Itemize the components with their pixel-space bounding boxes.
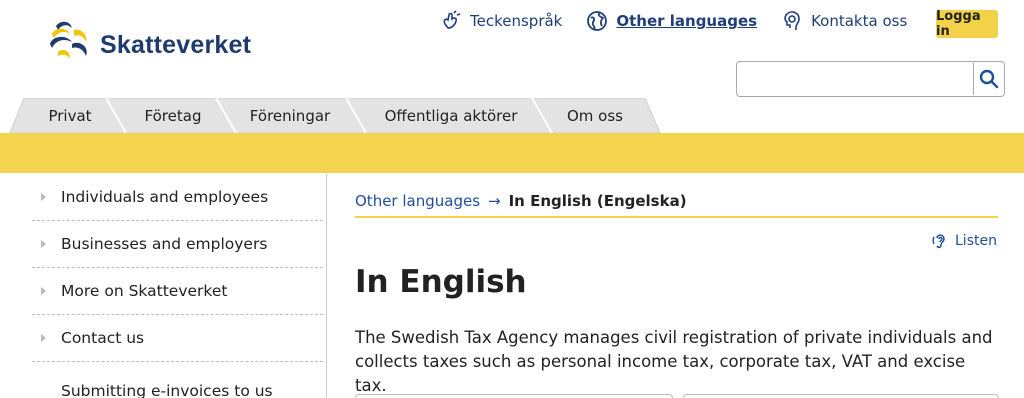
sidebar-item-label: More on Skatteverket xyxy=(61,282,228,300)
sidebar-item-individuals[interactable]: Individuals and employees xyxy=(32,174,323,221)
tab-privat[interactable]: Privat xyxy=(32,98,108,133)
tab-om-oss[interactable]: Om oss xyxy=(552,98,638,133)
sidebar: Individuals and employees Businesses and… xyxy=(32,174,323,398)
tab-foretag[interactable]: Företag xyxy=(128,98,218,133)
sign-language-link[interactable]: Teckenspråk xyxy=(440,10,562,32)
search-input[interactable] xyxy=(745,68,975,90)
breadcrumb-link-other-languages[interactable]: Other languages xyxy=(355,192,480,210)
tab-offentliga-aktorer[interactable]: Offentliga aktörer xyxy=(366,98,536,133)
sidebar-item-e-invoices[interactable]: Submitting e-invoices to us xyxy=(32,362,323,398)
arrow-right-icon xyxy=(41,287,46,295)
arrow-right-icon: → xyxy=(488,192,501,210)
sidebar-item-businesses[interactable]: Businesses and employers xyxy=(32,221,323,268)
tab-foreningar[interactable]: Föreningar xyxy=(230,98,350,133)
ear-icon xyxy=(932,234,945,249)
page-title: In English xyxy=(355,264,527,300)
brand-name: Skatteverket xyxy=(100,31,252,59)
arrow-right-icon xyxy=(41,193,46,201)
breadcrumb-current: In English (Engelska) xyxy=(508,192,687,210)
contact-icon xyxy=(784,11,800,30)
search-icon xyxy=(979,69,998,89)
sidebar-item-contact-us[interactable]: Contact us xyxy=(32,315,323,362)
skatteverket-logo[interactable]: Skatteverket xyxy=(46,18,251,62)
listen-label: Listen xyxy=(955,233,997,249)
arrow-right-icon xyxy=(41,334,46,342)
search-box xyxy=(736,61,1005,97)
contact-label: Kontakta oss xyxy=(811,12,908,30)
nav-yellow-band xyxy=(0,133,1024,173)
search-button[interactable] xyxy=(973,63,1003,95)
sidebar-item-more-on-skatteverket[interactable]: More on Skatteverket xyxy=(32,268,323,315)
sidebar-item-label: Submitting e-invoices to us xyxy=(61,381,273,398)
top-links: Teckenspråk Other languages Kontakta oss xyxy=(440,10,931,32)
sidebar-item-label: Businesses and employers xyxy=(61,235,268,253)
arrow-right-icon xyxy=(41,240,46,248)
lead-paragraph: The Swedish Tax Agency manages civil reg… xyxy=(355,328,993,395)
listen-button[interactable]: Listen xyxy=(931,232,997,250)
sidebar-divider xyxy=(326,174,327,398)
sign-language-icon xyxy=(443,10,461,29)
breadcrumb: Other languages → In English (Engelska) xyxy=(355,192,998,218)
contact-link[interactable]: Kontakta oss xyxy=(781,10,907,32)
sidebar-item-label: Individuals and employees xyxy=(61,188,269,206)
other-languages-link[interactable]: Other languages xyxy=(586,10,757,32)
crown-logo-icon xyxy=(50,21,87,58)
other-languages-label: Other languages xyxy=(616,12,758,30)
content-card[interactable] xyxy=(683,394,999,398)
content-card[interactable] xyxy=(355,394,673,398)
sign-language-label: Teckenspråk xyxy=(470,12,563,30)
globe-icon xyxy=(587,11,608,31)
login-button[interactable]: Logga in xyxy=(936,9,998,39)
sidebar-item-label: Contact us xyxy=(61,329,145,347)
